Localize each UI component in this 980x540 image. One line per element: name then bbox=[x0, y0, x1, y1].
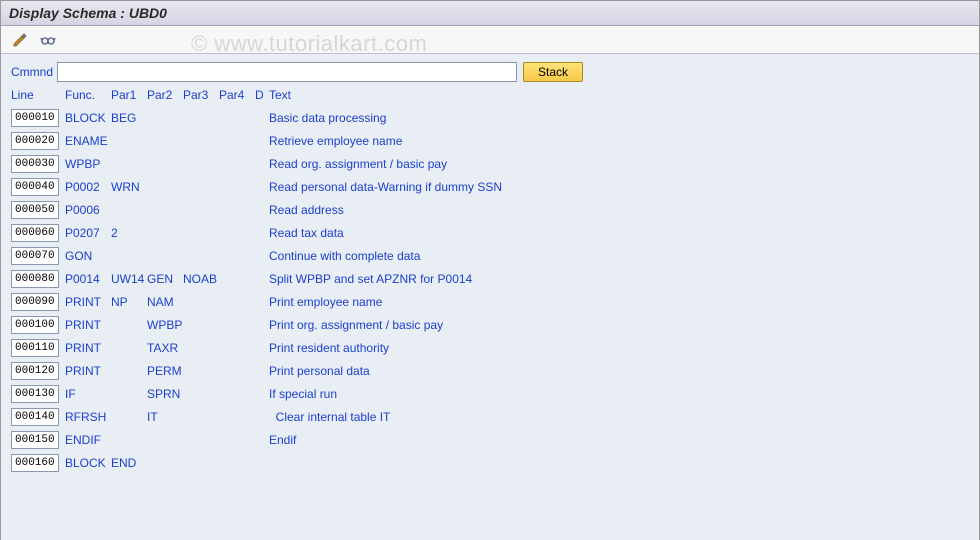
cell-text: Retrieve employee name bbox=[269, 134, 969, 148]
command-row: Cmmnd Stack bbox=[11, 62, 969, 82]
cell-par1: UW14 bbox=[111, 272, 147, 286]
cell-par2: SPRN bbox=[147, 387, 183, 401]
cell-par2: IT bbox=[147, 410, 183, 424]
toolbar bbox=[1, 26, 979, 54]
header-func: Func. bbox=[65, 88, 111, 102]
cell-text: Read personal data-Warning if dummy SSN bbox=[269, 180, 969, 194]
cell-text: Print resident authority bbox=[269, 341, 969, 355]
table-row: 000100 PRINT WPBP Print org. assignment / b… bbox=[11, 313, 969, 336]
line-number-input[interactable]: 000090 bbox=[11, 293, 59, 311]
cell-text: If special run bbox=[269, 387, 969, 401]
cell-text: Read tax data bbox=[269, 226, 969, 240]
table-row: 000130 IF SPRN If special run bbox=[11, 382, 969, 405]
cell-par2: GEN bbox=[147, 272, 183, 286]
cell-func: P0002 bbox=[65, 180, 111, 194]
cell-text: Split WPBP and set APZNR for P0014 bbox=[269, 272, 969, 286]
table-row: 000090 PRINTNPNAM Print employee name bbox=[11, 290, 969, 313]
header-par3: Par3 bbox=[183, 88, 219, 102]
stack-button[interactable]: Stack bbox=[523, 62, 583, 82]
cell-func: BLOCK bbox=[65, 456, 111, 470]
line-number-input[interactable]: 000110 bbox=[11, 339, 59, 357]
line-number-input[interactable]: 000060 bbox=[11, 224, 59, 242]
cell-func: WPBP bbox=[65, 157, 111, 171]
line-number-input[interactable]: 000010 bbox=[11, 109, 59, 127]
header-d: D bbox=[255, 88, 269, 102]
table-row: 000070 GON Continue with complete data bbox=[11, 244, 969, 267]
cell-text: Endif bbox=[269, 433, 969, 447]
cell-text: Print personal data bbox=[269, 364, 969, 378]
cell-func: GON bbox=[65, 249, 111, 263]
cell-text: Print employee name bbox=[269, 295, 969, 309]
cell-par2: NAM bbox=[147, 295, 183, 309]
line-number-input[interactable]: 000100 bbox=[11, 316, 59, 334]
cell-par2: TAXR bbox=[147, 341, 183, 355]
line-number-input[interactable]: 000150 bbox=[11, 431, 59, 449]
cell-text: Read org. assignment / basic pay bbox=[269, 157, 969, 171]
cell-par3: NOAB bbox=[183, 272, 219, 286]
glasses-icon[interactable] bbox=[37, 30, 59, 50]
rows-container: 000010BLOCKBEGBasic data processing00002… bbox=[11, 106, 969, 474]
header-text: Text bbox=[269, 88, 969, 102]
header-line: Line bbox=[11, 88, 65, 102]
cell-func: ENAME bbox=[65, 134, 111, 148]
cell-par1: WRN bbox=[111, 180, 147, 194]
cell-func: P0207 bbox=[65, 226, 111, 240]
cell-text: Clear internal table IT bbox=[269, 410, 969, 424]
column-headers: Line Func. Par1 Par2 Par3 Par4 D Text bbox=[11, 88, 969, 106]
line-number-input[interactable]: 000120 bbox=[11, 362, 59, 380]
table-row: 000140 RFRSH IT Clear internal table IT bbox=[11, 405, 969, 428]
cell-par1: 2 bbox=[111, 226, 147, 240]
cell-func: IF bbox=[65, 387, 111, 401]
table-row: 000150 ENDIF Endif bbox=[11, 428, 969, 451]
command-input[interactable] bbox=[57, 62, 517, 82]
cell-func: ENDIF bbox=[65, 433, 111, 447]
edit-icon[interactable] bbox=[9, 30, 31, 50]
window-title: Display Schema : UBD0 bbox=[1, 1, 979, 26]
table-row: 000040 P0002WRN Read personal data-Warning… bbox=[11, 175, 969, 198]
command-label: Cmmnd bbox=[11, 65, 51, 79]
table-row: 000120 PRINT PERM Print personal data bbox=[11, 359, 969, 382]
table-row: 000010 BLOCKBEG Basic data processing bbox=[11, 106, 969, 129]
table-row: 000060 P02072 Read tax data bbox=[11, 221, 969, 244]
cell-text: Basic data processing bbox=[269, 111, 969, 125]
header-par2: Par2 bbox=[147, 88, 183, 102]
table-row: 000030 WPBP Read org. assignment / basic p… bbox=[11, 152, 969, 175]
table-row: 000080 P0014UW14GENNOAB Split WPBP and set… bbox=[11, 267, 969, 290]
cell-func: PRINT bbox=[65, 318, 111, 332]
cell-par1: BEG bbox=[111, 111, 147, 125]
cell-func: P0014 bbox=[65, 272, 111, 286]
cell-func: PRINT bbox=[65, 364, 111, 378]
cell-text: Read address bbox=[269, 203, 969, 217]
line-number-input[interactable]: 000050 bbox=[11, 201, 59, 219]
cell-func: PRINT bbox=[65, 341, 111, 355]
cell-func: BLOCK bbox=[65, 111, 111, 125]
header-par1: Par1 bbox=[111, 88, 147, 102]
table-row: 000050 P0006 Read address bbox=[11, 198, 969, 221]
cell-func: PRINT bbox=[65, 295, 111, 309]
table-row: 000110 PRINT TAXR Print resident authority bbox=[11, 336, 969, 359]
header-par4: Par4 bbox=[219, 88, 255, 102]
line-number-input[interactable]: 000030 bbox=[11, 155, 59, 173]
line-number-input[interactable]: 000020 bbox=[11, 132, 59, 150]
cell-func: P0006 bbox=[65, 203, 111, 217]
line-number-input[interactable]: 000070 bbox=[11, 247, 59, 265]
content-area: Cmmnd Stack Line Func. Par1 Par2 Par3 Pa… bbox=[1, 54, 979, 540]
cell-par2: PERM bbox=[147, 364, 183, 378]
cell-text: Continue with complete data bbox=[269, 249, 969, 263]
line-number-input[interactable]: 000160 bbox=[11, 454, 59, 472]
cell-par1: END bbox=[111, 456, 147, 470]
table-row: 000160 BLOCKEND bbox=[11, 451, 969, 474]
line-number-input[interactable]: 000040 bbox=[11, 178, 59, 196]
line-number-input[interactable]: 000130 bbox=[11, 385, 59, 403]
cell-text: Print org. assignment / basic pay bbox=[269, 318, 969, 332]
cell-par1: NP bbox=[111, 295, 147, 309]
line-number-input[interactable]: 000140 bbox=[11, 408, 59, 426]
line-number-input[interactable]: 000080 bbox=[11, 270, 59, 288]
cell-func: RFRSH bbox=[65, 410, 111, 424]
table-row: 000020 ENAME Retrieve employee name bbox=[11, 129, 969, 152]
cell-par2: WPBP bbox=[147, 318, 183, 332]
